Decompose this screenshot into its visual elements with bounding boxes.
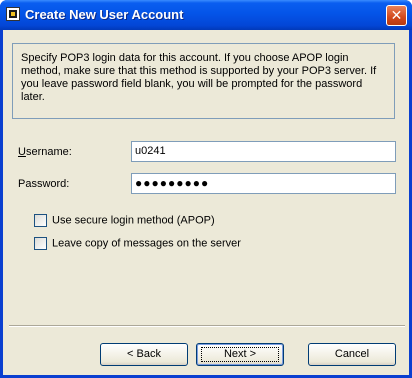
username-label-text: sername: <box>25 146 72 158</box>
apop-label: Use secure login method (APOP) <box>52 214 215 227</box>
cancel-button[interactable]: Cancel <box>308 343 396 366</box>
title-bar[interactable]: Create New User Account ✕ <box>0 0 412 30</box>
info-message: Specify POP3 login data for this account… <box>12 43 395 119</box>
focus-indicator <box>201 347 279 362</box>
close-button[interactable]: ✕ <box>386 5 407 26</box>
dialog-client-area: Specify POP3 login data for this account… <box>3 30 409 375</box>
button-separator <box>9 325 405 327</box>
dialog-window: Create New User Account ✕ Specify POP3 l… <box>0 0 412 378</box>
password-label: Password: <box>18 178 70 190</box>
back-button[interactable]: < Back <box>100 343 188 366</box>
password-field[interactable]: ●●●●●●●●● <box>131 173 396 194</box>
next-button[interactable]: Next > <box>196 343 284 366</box>
username-field[interactable]: u0241 <box>131 141 396 162</box>
app-icon <box>6 7 20 21</box>
username-label: Username: <box>18 146 72 158</box>
apop-checkbox[interactable] <box>34 214 47 227</box>
leave-copy-option[interactable]: Leave copy of messages on the server <box>34 237 241 250</box>
apop-option[interactable]: Use secure login method (APOP) <box>34 214 215 227</box>
window-title: Create New User Account <box>25 7 184 22</box>
leave-copy-checkbox[interactable] <box>34 237 47 250</box>
leave-copy-label: Leave copy of messages on the server <box>52 237 241 250</box>
